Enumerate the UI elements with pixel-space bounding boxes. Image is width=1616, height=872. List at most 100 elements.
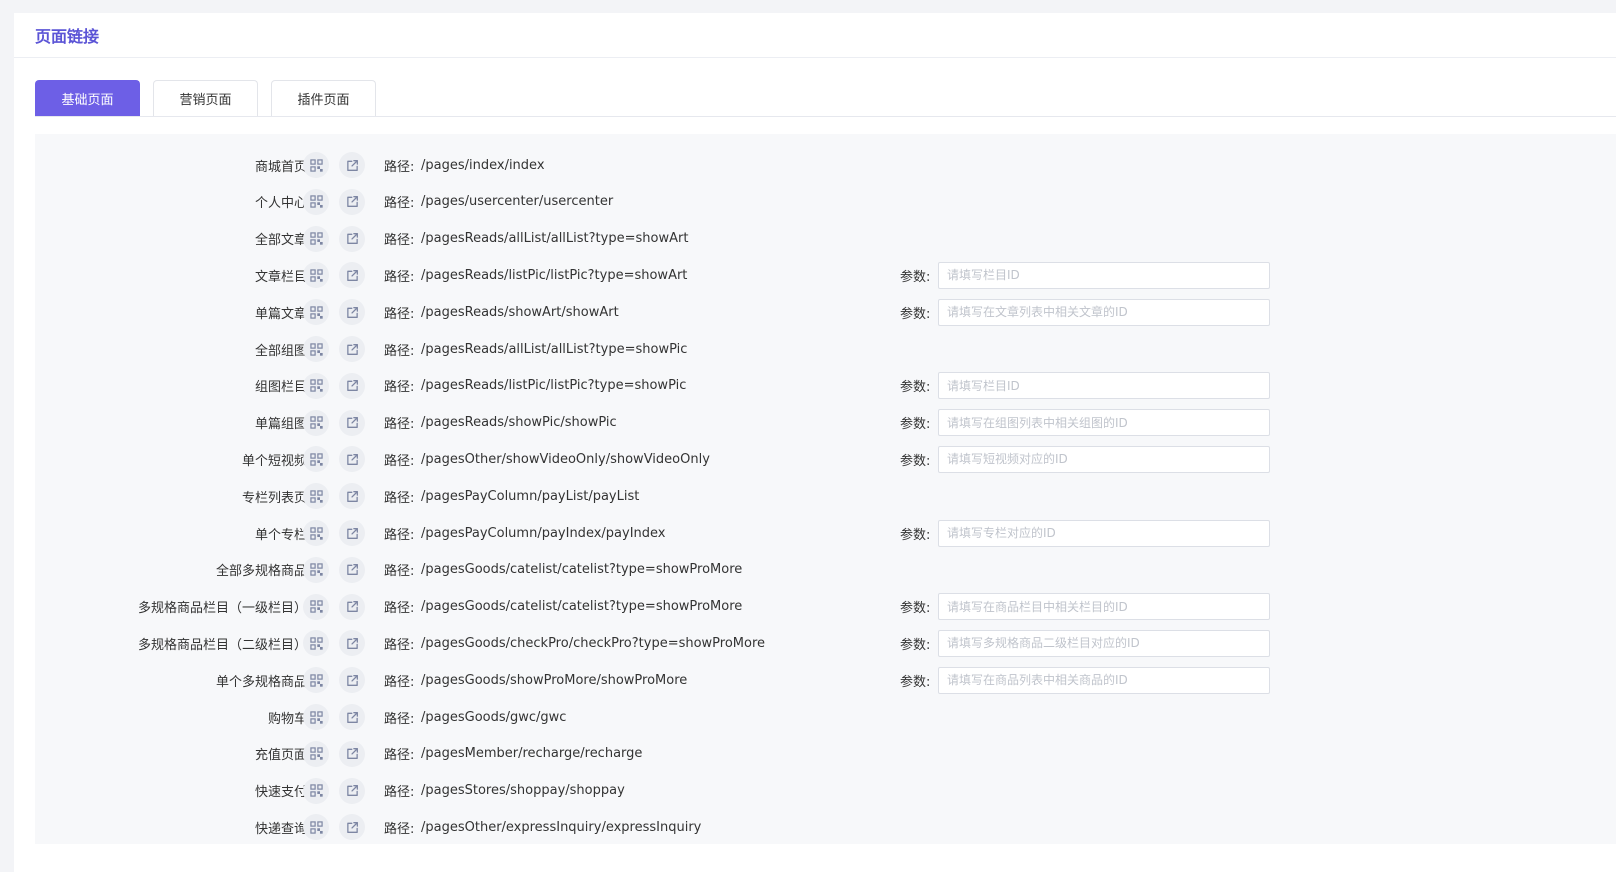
share-link-icon[interactable] (339, 188, 365, 215)
param-label: 参数: (900, 417, 931, 433)
page-name-label: 组图栏目 (254, 380, 307, 396)
share-link-icon[interactable] (339, 372, 365, 399)
qr-code-icon[interactable] (303, 814, 329, 841)
param-input[interactable] (938, 298, 1270, 326)
qr-code-icon[interactable] (303, 188, 329, 215)
param-input[interactable] (938, 593, 1270, 621)
qr-code-icon[interactable] (303, 556, 329, 583)
qr-code-icon[interactable] (303, 372, 329, 399)
link-row: 充值页面 路径: /pagesMember/recharge/recharge (35, 739, 1616, 769)
page-name-label: 全部组图 (254, 343, 307, 359)
share-link-icon[interactable] (339, 740, 365, 767)
qr-code-icon[interactable] (303, 593, 329, 620)
share-link-icon[interactable] (339, 262, 365, 289)
share-link-icon[interactable] (339, 593, 365, 620)
qr-code-icon[interactable] (303, 299, 329, 326)
link-row: 购物车 路径: /pagesGoods/gwc/gwc (35, 702, 1616, 732)
link-row: 专栏列表页 路径: /pagesPayColumn/payList/payList (35, 481, 1616, 511)
link-row: 单篇组图 路径: /pagesReads/showPic/showPic 参数: (35, 408, 1616, 438)
param-input[interactable] (938, 372, 1270, 400)
page-name-label: 专栏列表页 (241, 490, 307, 506)
path-label: 路径: (384, 306, 415, 322)
path-label: 路径: (384, 601, 415, 617)
param-label: 参数: (900, 453, 931, 469)
path-value: /pagesGoods/showProMore/showProMore (421, 672, 688, 688)
share-link-icon[interactable] (339, 667, 365, 694)
qr-code-icon[interactable] (303, 777, 329, 804)
link-row: 单个多规格商品 路径: /pagesGoods/showProMore/showPr… (35, 665, 1616, 695)
path-value: /pagesReads/showArt/showArt (421, 304, 619, 320)
param-input[interactable] (938, 409, 1270, 437)
param-input[interactable] (938, 261, 1270, 289)
page-name-label: 全部多规格商品 (215, 564, 307, 580)
path-label: 路径: (384, 821, 415, 837)
path-value: /pagesStores/shoppay/shoppay (421, 783, 625, 799)
path-value: /pagesOther/showVideoOnly/showVideoOnly (421, 451, 710, 467)
page-name-label: 单个短视频 (241, 453, 307, 469)
tab-divider (35, 116, 1616, 117)
path-label: 路径: (384, 785, 415, 801)
qr-code-icon[interactable] (303, 520, 329, 546)
path-value: /pagesPayColumn/payIndex/payIndex (421, 525, 666, 541)
share-link-icon[interactable] (339, 814, 365, 841)
param-input[interactable] (938, 629, 1270, 657)
qr-code-icon[interactable] (303, 262, 329, 289)
param-label: 参数: (900, 380, 931, 396)
path-label: 路径: (384, 417, 415, 433)
qr-code-icon[interactable] (303, 704, 329, 730)
path-value: /pagesReads/listPic/listPic?type=showArt (421, 267, 688, 283)
share-link-icon[interactable] (339, 152, 365, 178)
param-label: 参数: (900, 601, 931, 617)
page-name-label: 商城首页 (254, 159, 307, 175)
param-input[interactable] (938, 519, 1270, 547)
share-link-icon[interactable] (339, 556, 365, 583)
page-name-label: 文章栏目 (254, 269, 307, 285)
param-input[interactable] (938, 666, 1270, 694)
qr-code-icon[interactable] (303, 225, 329, 252)
share-link-icon[interactable] (339, 409, 365, 436)
qr-code-icon[interactable] (303, 446, 329, 473)
link-row: 文章栏目 路径: /pagesReads/listPic/listPic?type=… (35, 260, 1616, 290)
path-label: 路径: (384, 637, 415, 653)
qr-code-icon[interactable] (303, 667, 329, 694)
link-row: 全部组图 路径: /pagesReads/allList/allList?type=… (35, 334, 1616, 364)
link-row: 全部文章 路径: /pagesReads/allList/allList?type=… (35, 224, 1616, 254)
param-input[interactable] (938, 445, 1270, 473)
path-value: /pagesReads/listPic/listPic?type=showPic (421, 378, 687, 394)
path-value: /pagesPayColumn/payList/payList (421, 488, 640, 504)
share-link-icon[interactable] (339, 630, 365, 657)
qr-code-icon[interactable] (303, 409, 329, 436)
path-label: 路径: (384, 748, 415, 764)
qr-code-icon[interactable] (303, 740, 329, 767)
link-row: 全部多规格商品 路径: /pagesGoods/catelist/catelist?… (35, 555, 1616, 585)
share-link-icon[interactable] (339, 777, 365, 804)
path-value: /pagesGoods/catelist/catelist?type=showP… (421, 562, 743, 578)
param-label: 参数: (900, 306, 931, 322)
share-link-icon[interactable] (339, 446, 365, 473)
qr-code-icon[interactable] (303, 152, 329, 178)
page-title: 页面链接 (35, 27, 100, 46)
qr-code-icon[interactable] (303, 336, 329, 362)
link-row: 单篇文章 路径: /pagesReads/showArt/showArt 参数: (35, 297, 1616, 327)
tab-plugin-pages[interactable]: 插件页面 (271, 80, 376, 116)
tab-marketing-pages[interactable]: 营销页面 (153, 80, 258, 116)
qr-code-icon[interactable] (303, 483, 329, 510)
share-link-icon[interactable] (339, 225, 365, 252)
path-label: 路径: (384, 527, 415, 543)
share-link-icon[interactable] (339, 299, 365, 326)
share-link-icon[interactable] (339, 483, 365, 510)
share-link-icon[interactable] (339, 704, 365, 730)
qr-code-icon[interactable] (303, 630, 329, 657)
tab-bar: 基础页面 营销页面 插件页面 (35, 80, 389, 116)
path-label: 路径: (384, 380, 415, 396)
page-name-label: 单篇组图 (254, 417, 307, 433)
tab-basic-pages[interactable]: 基础页面 (35, 80, 140, 116)
page-link-list: 商城首页 路径:/pages/index/index 个人中心 路径:/pages/u… (35, 134, 1616, 844)
path-value: /pagesMember/recharge/recharge (421, 746, 643, 762)
link-row: 单个专栏 路径: /pagesPayColumn/payIndex/payIndex… (35, 518, 1616, 548)
share-link-icon[interactable] (339, 336, 365, 362)
path-label: 路径: (384, 564, 415, 580)
path-value: /pages/usercenter/usercenter (421, 194, 614, 210)
share-link-icon[interactable] (339, 520, 365, 546)
link-row: 快递查询 路径: /pagesOther/expressInquiry/expres… (35, 812, 1616, 842)
